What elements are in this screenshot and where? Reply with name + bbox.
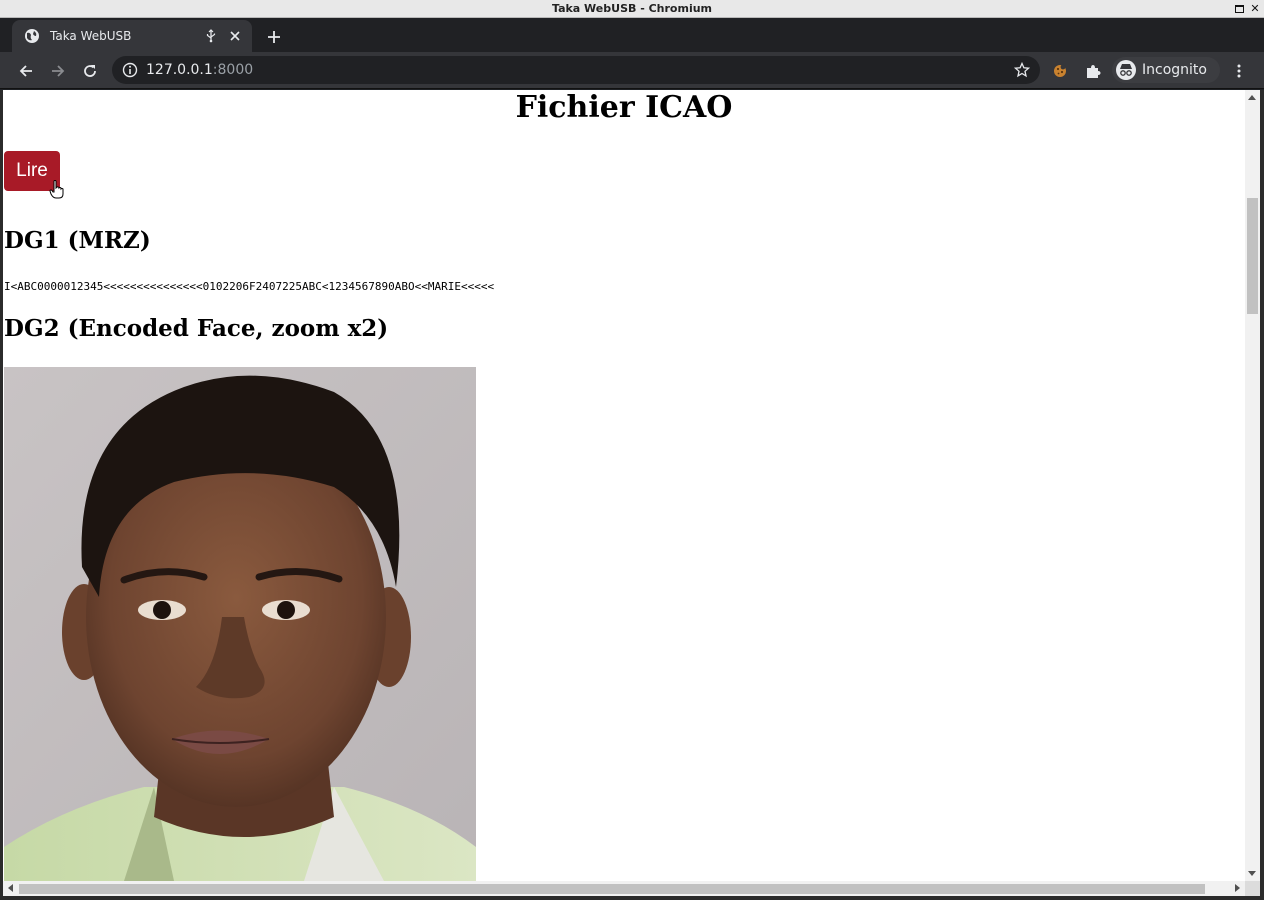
info-icon[interactable] <box>122 62 138 78</box>
close-icon[interactable] <box>228 29 242 43</box>
back-icon <box>19 65 32 77</box>
back-button[interactable] <box>13 58 39 84</box>
dg2-heading: DG2 (Encoded Face, zoom x2) <box>4 315 389 342</box>
window-controls: ✕ <box>1235 0 1260 18</box>
horizontal-scrollbar[interactable] <box>3 881 1245 896</box>
usb-icon <box>206 29 216 43</box>
mrz-text: I<ABC0000012345<<<<<<<<<<<<<<<0102206F24… <box>4 280 495 293</box>
page-viewport: Fichier ICAO Lire DG1 (MRZ) I<ABC0000012… <box>3 90 1245 881</box>
browser-toolbar: 127.0.0.1:8000 Incognito <box>0 52 1264 89</box>
menu-icon <box>1237 64 1241 78</box>
forward-icon <box>52 65 65 77</box>
globe-icon <box>25 29 39 43</box>
incognito-icon <box>1116 60 1136 80</box>
scroll-up-arrow-icon[interactable] <box>1248 95 1256 100</box>
incognito-label: Incognito <box>1142 62 1207 78</box>
browser-menu-button[interactable] <box>1226 58 1252 84</box>
extension-cookie-icon <box>1054 64 1066 77</box>
scroll-right-arrow-icon[interactable] <box>1235 884 1240 892</box>
window-frame-bottom <box>0 896 1264 900</box>
url-port: :8000 <box>212 62 254 78</box>
cookie-extension-button[interactable] <box>1047 58 1073 84</box>
reload-icon <box>84 65 96 77</box>
face-photo <box>4 367 476 881</box>
horizontal-scroll-thumb[interactable] <box>19 884 1205 894</box>
extensions-button[interactable] <box>1080 58 1106 84</box>
new-tab-button[interactable] <box>262 25 286 49</box>
tab-taka-webusb[interactable]: Taka WebUSB <box>12 20 252 52</box>
puzzle-icon <box>1087 65 1101 78</box>
hand-cursor-icon <box>49 180 64 199</box>
url-host: 127.0.0.1 <box>146 62 213 78</box>
star-icon[interactable] <box>1014 62 1030 78</box>
scroll-down-arrow-icon[interactable] <box>1248 871 1256 876</box>
forward-button[interactable] <box>45 58 71 84</box>
dg1-heading: DG1 (MRZ) <box>4 227 151 254</box>
window-close-button[interactable]: ✕ <box>1250 3 1260 14</box>
tab-title: Taka WebUSB <box>50 29 132 43</box>
address-bar[interactable]: 127.0.0.1:8000 <box>112 56 1040 84</box>
maximize-button[interactable] <box>1235 5 1244 13</box>
tab-strip: Taka WebUSB <box>0 18 1264 52</box>
scroll-left-arrow-icon[interactable] <box>8 884 13 892</box>
os-window-titlebar: Taka WebUSB - Chromium ✕ <box>0 0 1264 18</box>
window-frame-right <box>1260 90 1264 900</box>
incognito-indicator[interactable]: Incognito <box>1112 57 1220 83</box>
vertical-scrollbar[interactable] <box>1245 90 1260 881</box>
url-text: 127.0.0.1:8000 <box>146 62 253 78</box>
reload-button[interactable] <box>77 58 103 84</box>
window-title: Taka WebUSB - Chromium <box>551 2 713 15</box>
new-tab-icon <box>268 31 280 43</box>
vertical-scroll-thumb[interactable] <box>1247 198 1258 314</box>
page-title: Fichier ICAO <box>515 90 733 125</box>
scrollbar-corner <box>1245 881 1260 896</box>
